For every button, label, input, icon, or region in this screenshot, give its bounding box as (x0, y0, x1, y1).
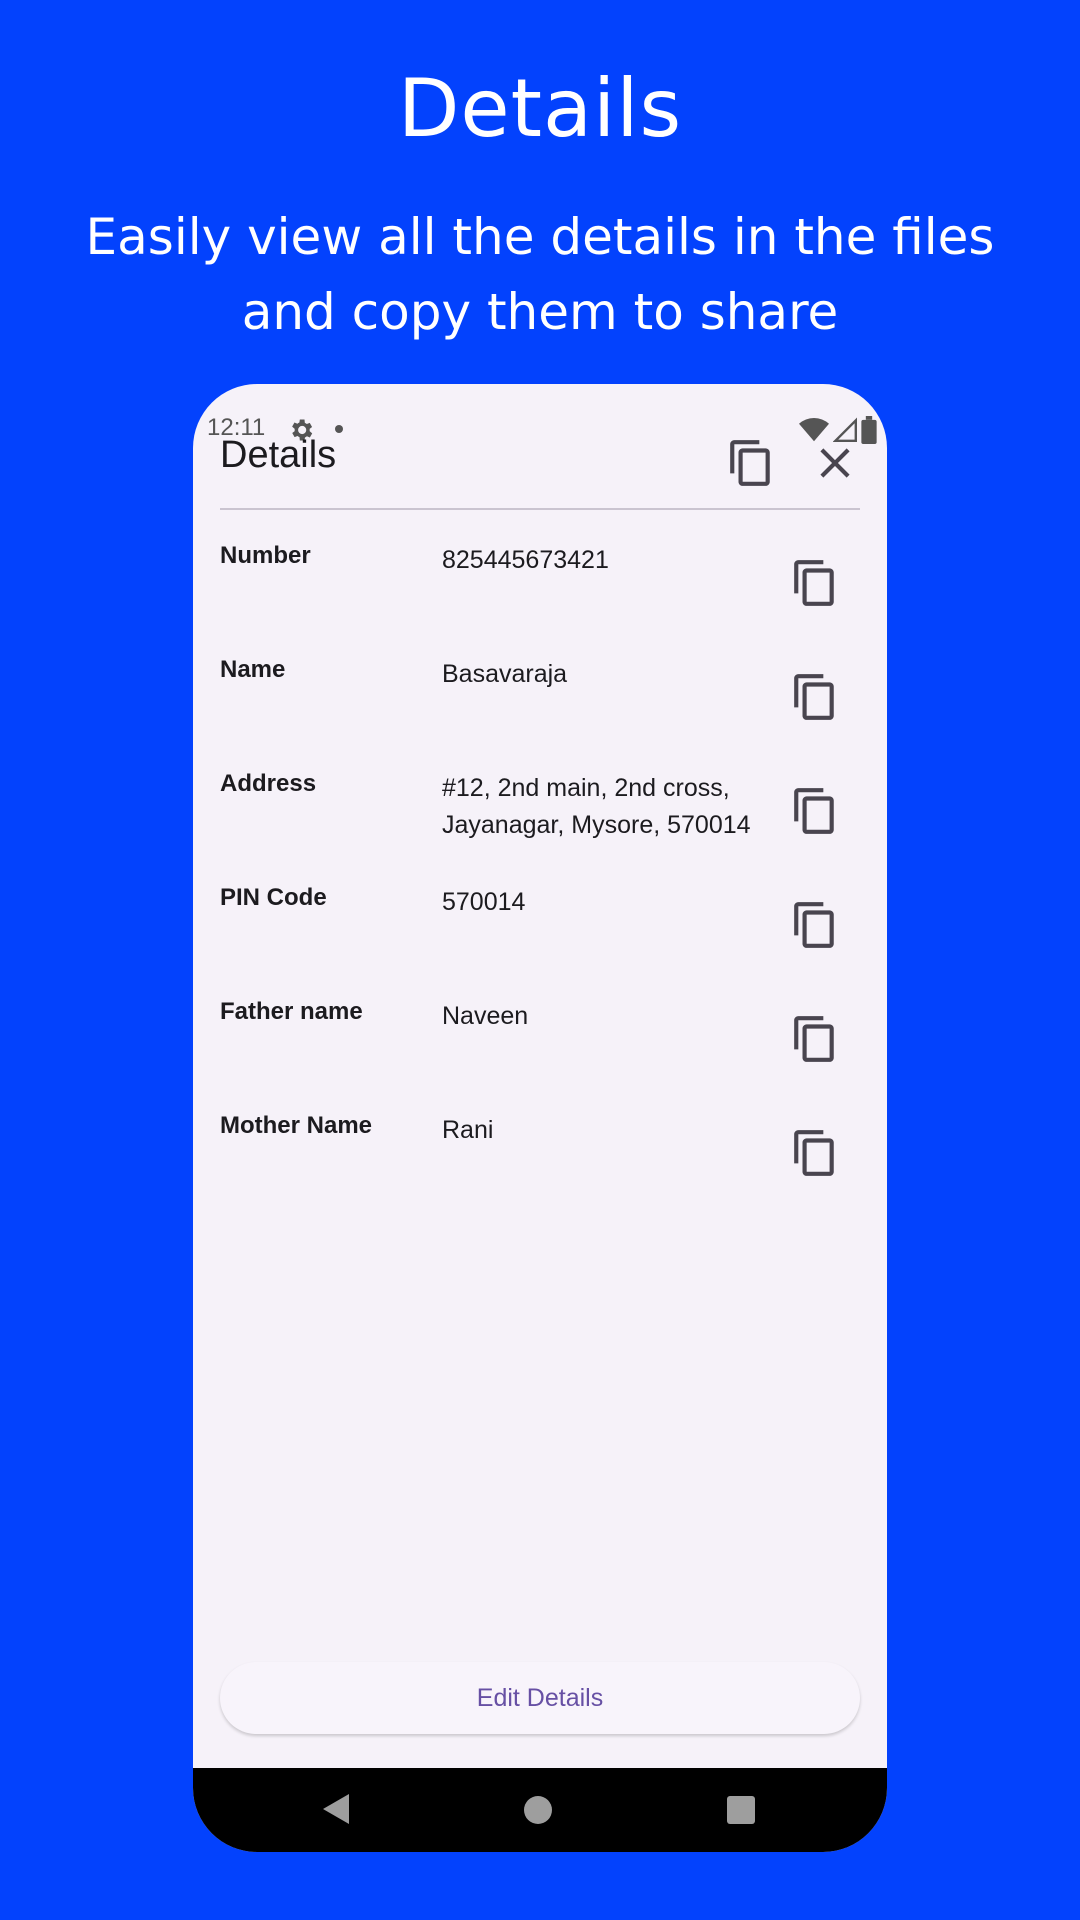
detail-row-number: Number 825445673421 (220, 534, 860, 648)
field-value: 825445673421 (442, 546, 609, 574)
field-label: Name (220, 656, 286, 683)
field-label: Number (220, 542, 311, 569)
edit-details-button[interactable]: Edit Details (220, 1662, 860, 1734)
copy-icon[interactable] (790, 900, 840, 950)
field-label: PIN Code (220, 884, 327, 911)
header-title: Details (220, 434, 337, 476)
copy-icon[interactable] (790, 672, 840, 722)
detail-row-name: Name Basavaraja (220, 648, 860, 762)
copy-icon[interactable] (790, 1014, 840, 1064)
details-header: Details (220, 434, 860, 494)
phone-screen: 12:11 Details Number 825445673421 Name B… (193, 384, 887, 1852)
detail-row-address: Address #12, 2nd main, 2nd cross, Jayana… (220, 762, 860, 876)
home-icon[interactable] (524, 1796, 552, 1824)
field-label: Mother Name (220, 1112, 373, 1139)
battery-icon (861, 416, 877, 444)
field-value: Rani (442, 1116, 494, 1144)
back-icon[interactable] (321, 1792, 351, 1826)
copy-icon[interactable] (790, 558, 840, 608)
detail-row-mother-name: Mother Name Rani (220, 1104, 860, 1218)
close-icon[interactable] (810, 438, 860, 488)
dot-icon (335, 425, 343, 433)
field-label: Address (220, 770, 317, 797)
details-list: Number 825445673421 Name Basavaraja Addr… (220, 534, 860, 1218)
field-value: Naveen (442, 1002, 529, 1030)
hero-title: Details (397, 62, 683, 155)
field-value: 570014 (442, 888, 526, 916)
header-divider (220, 508, 860, 510)
hero-subtitle: Easily view all the details in the files… (85, 208, 995, 341)
copy-icon[interactable] (726, 438, 776, 488)
detail-row-father-name: Father name Naveen (220, 990, 860, 1104)
recents-icon[interactable] (727, 1796, 755, 1824)
field-label: Father name (220, 998, 363, 1025)
field-value: #12, 2nd main, 2nd cross, Jayanagar, Mys… (442, 774, 751, 839)
detail-row-pin-code: PIN Code 570014 (220, 876, 860, 990)
copy-icon[interactable] (790, 1128, 840, 1178)
copy-icon[interactable] (790, 786, 840, 836)
field-value: Basavaraja (442, 660, 568, 688)
navigation-bar (193, 1768, 887, 1852)
